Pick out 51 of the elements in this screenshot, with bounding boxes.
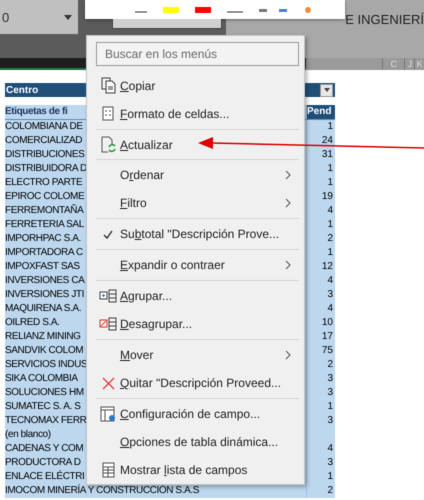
value-cell: 3 xyxy=(306,386,335,400)
value-cell: 4 xyxy=(306,442,335,456)
value-cell: 2 xyxy=(306,358,335,372)
slicer-field[interactable]: 0 xyxy=(0,0,78,34)
format-cells-icon xyxy=(102,106,114,122)
value-cell: 17 xyxy=(306,330,335,344)
close-icon xyxy=(102,376,114,390)
sheet-title: E INGENIERÍ xyxy=(345,12,424,27)
toolbar-button[interactable] xyxy=(112,19,222,29)
value-cell: 12 xyxy=(306,260,335,274)
font-color-icon xyxy=(195,6,211,12)
value-cell: 75 xyxy=(306,344,335,358)
menu-item[interactable]: Copiar xyxy=(120,78,156,93)
fill-color-icon xyxy=(163,6,179,12)
value-cell: 2 xyxy=(306,484,335,498)
row-label-cell: IMOCOM MINERÍA Y CONSTRUCCIÓN S.A.S xyxy=(5,484,306,498)
value-cell: 1 xyxy=(306,218,335,232)
field-label: Centro xyxy=(6,84,38,96)
value-cell: 3 xyxy=(306,288,335,302)
menu-item[interactable]: Desagrupar... xyxy=(120,317,192,332)
field-list-icon xyxy=(102,462,114,478)
value-cell: 4 xyxy=(306,204,335,218)
group-icon xyxy=(99,289,117,304)
value-cell: 3 xyxy=(306,414,335,428)
dropdown-icon xyxy=(64,14,72,20)
value-cell: 4 xyxy=(306,302,335,316)
value-cell: 3 xyxy=(306,456,335,470)
refresh-icon xyxy=(100,136,116,153)
menu-item[interactable]: Expandir o contraer xyxy=(120,258,225,272)
menu-item[interactable]: Formato de celdas... xyxy=(120,106,230,121)
value-cell: 1 xyxy=(306,400,335,414)
value-header: Pend xyxy=(306,105,335,119)
value-cell: 1 xyxy=(306,162,335,176)
value-cell: 4 xyxy=(306,274,335,288)
value-cell: 1 xyxy=(306,176,335,190)
value-cell: 1 xyxy=(306,470,335,484)
value-cell: 1 xyxy=(306,120,335,134)
dropdown-icon xyxy=(324,88,330,92)
value-cell: 2 xyxy=(306,232,335,246)
value-cell: 19 xyxy=(306,190,335,204)
value-cell: 3 xyxy=(306,372,335,386)
copy-icon xyxy=(100,77,116,94)
menu-item[interactable]: Agrupar... xyxy=(120,289,172,304)
search-field[interactable]: Buscar en los menús xyxy=(96,42,299,66)
field-settings-icon xyxy=(100,406,116,423)
filter-button[interactable] xyxy=(320,84,333,96)
value-cell: 1 xyxy=(306,246,335,260)
paintbrush-icon xyxy=(305,6,311,12)
value-cell: 10 xyxy=(306,316,335,330)
value-cell: 31 xyxy=(306,148,335,162)
ungroup-icon xyxy=(99,317,117,332)
